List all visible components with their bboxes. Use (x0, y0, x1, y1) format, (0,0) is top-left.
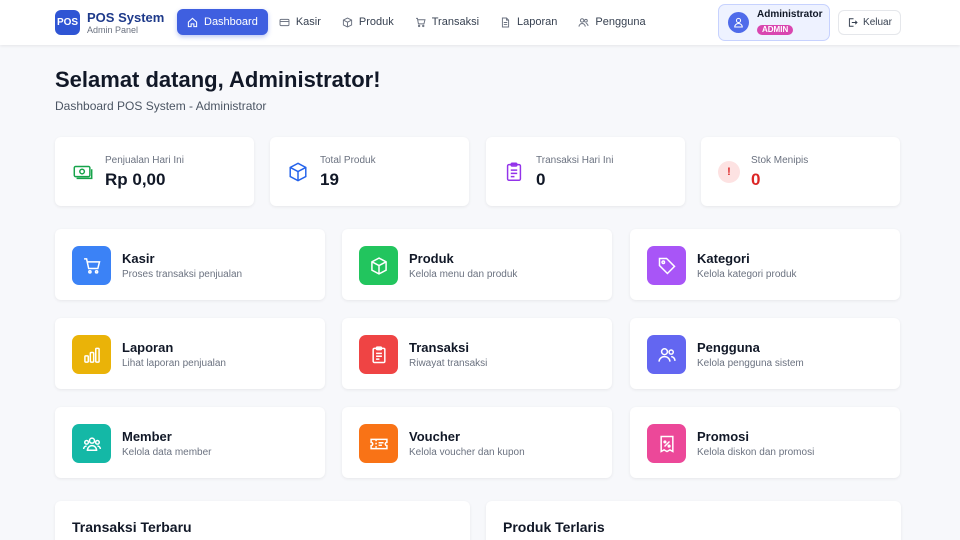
panel-title: Produk Terlaris (503, 519, 605, 535)
top-products-panel: Produk Terlaris (486, 501, 901, 540)
tile-kasir[interactable]: Kasir Proses transaksi penjualan (55, 229, 325, 300)
stat-label: Total Produk (320, 155, 376, 166)
bar-chart-icon (72, 335, 111, 374)
nav-label: Pengguna (595, 16, 646, 28)
tile-desc: Kelola pengguna sistem (697, 358, 804, 369)
card-icon (279, 17, 290, 28)
tile-voucher[interactable]: Voucher Kelola voucher dan kupon (342, 407, 612, 478)
tile-title: Transaksi (409, 340, 469, 355)
nav-label: Produk (358, 16, 394, 28)
tile-title: Promosi (697, 429, 750, 444)
cube-icon (287, 161, 309, 183)
tile-desc: Riwayat transaksi (409, 358, 488, 369)
nav-label: Transaksi (431, 16, 480, 28)
page-title: Selamat datang, Administrator! (55, 67, 381, 92)
tile-desc: Proses transaksi penjualan (122, 269, 243, 280)
clipboard-icon (503, 161, 525, 183)
tile-desc: Kelola menu dan produk (409, 269, 518, 280)
logout-button[interactable]: Keluar (838, 10, 901, 35)
users-icon (578, 17, 589, 28)
receipt-icon (359, 335, 398, 374)
stat-label: Penjualan Hari Ini (105, 155, 184, 166)
tile-promosi[interactable]: Promosi Kelola diskon dan promosi (630, 407, 900, 478)
recent-transactions-panel: Transaksi Terbaru (55, 501, 470, 540)
logout-label: Keluar (863, 17, 892, 28)
tile-transaksi[interactable]: Transaksi Riwayat transaksi (342, 318, 612, 389)
cube-icon (359, 246, 398, 285)
money-icon (72, 161, 94, 183)
nav-label: Dashboard (204, 16, 258, 28)
stat-card-products: Total Produk 19 (270, 137, 469, 206)
user-name: Administrator (757, 8, 823, 20)
tile-produk[interactable]: Produk Kelola menu dan produk (342, 229, 612, 300)
cart-icon (415, 17, 426, 28)
user-menu[interactable]: Administrator ADMIN (718, 4, 830, 41)
ticket-icon (359, 424, 398, 463)
home-icon (187, 17, 198, 28)
stat-label: Stok Menipis (751, 155, 809, 166)
nav-kasir[interactable]: Kasir (269, 9, 331, 35)
page-subtitle: Dashboard POS System - Administrator (55, 99, 267, 113)
role-badge: ADMIN (757, 24, 794, 35)
tile-pengguna[interactable]: Pengguna Kelola pengguna sistem (630, 318, 900, 389)
tile-desc: Kelola kategori produk (697, 269, 797, 280)
tile-title: Kategori (697, 251, 750, 266)
tile-title: Laporan (122, 340, 174, 355)
user-icon (734, 17, 743, 28)
brand[interactable]: POS POS System Admin Panel (55, 10, 164, 35)
stat-value: 0 (536, 170, 546, 189)
percent-tag-icon (647, 424, 686, 463)
stat-value: 19 (320, 170, 339, 189)
document-icon (500, 17, 511, 28)
tile-desc: Lihat laporan penjualan (122, 358, 226, 369)
alert-icon: ! (718, 161, 740, 183)
nav-laporan[interactable]: Laporan (490, 9, 567, 35)
tag-icon (647, 246, 686, 285)
tile-desc: Kelola voucher dan kupon (409, 447, 525, 458)
avatar (728, 12, 749, 33)
tile-title: Produk (409, 251, 454, 266)
logout-icon (848, 18, 858, 27)
tile-kategori[interactable]: Kategori Kelola kategori produk (630, 229, 900, 300)
tile-title: Kasir (122, 251, 155, 266)
tile-title: Member (122, 429, 172, 444)
stat-card-sales: Penjualan Hari Ini Rp 0,00 (55, 137, 254, 206)
stat-card-transactions: Transaksi Hari Ini 0 (486, 137, 685, 206)
stat-label: Transaksi Hari Ini (536, 155, 614, 166)
nav-label: Laporan (517, 16, 558, 28)
tile-title: Voucher (409, 429, 461, 444)
nav-pengguna[interactable]: Pengguna (568, 9, 655, 35)
top-navbar: POS POS System Admin Panel Dashboard Kas… (0, 0, 960, 45)
group-icon (72, 424, 111, 463)
users-icon (647, 335, 686, 374)
nav-dashboard[interactable]: Dashboard (177, 9, 268, 35)
stat-card-low-stock: ! Stok Menipis 0 (701, 137, 900, 206)
alert-icon-wrap: ! (718, 161, 740, 183)
tile-title: Pengguna (697, 340, 760, 355)
tile-laporan[interactable]: Laporan Lihat laporan penjualan (55, 318, 325, 389)
tile-desc: Kelola data member (122, 447, 212, 458)
stat-value: Rp 0,00 (105, 170, 166, 189)
cart-icon (72, 246, 111, 285)
brand-subtitle: Admin Panel (87, 24, 139, 35)
brand-title: POS System (87, 9, 165, 25)
stat-value: 0 (751, 170, 761, 189)
main-nav: Dashboard Kasir Produk Transaksi Laporan… (177, 9, 657, 35)
nav-transaksi[interactable]: Transaksi (405, 9, 489, 35)
nav-produk[interactable]: Produk (332, 9, 404, 35)
box-icon (342, 16, 353, 28)
nav-label: Kasir (295, 16, 321, 28)
tile-desc: Kelola diskon dan promosi (697, 447, 815, 458)
brand-logo: POS (55, 10, 80, 35)
panel-title: Transaksi Terbaru (72, 519, 192, 535)
tile-member[interactable]: Member Kelola data member (55, 407, 325, 478)
